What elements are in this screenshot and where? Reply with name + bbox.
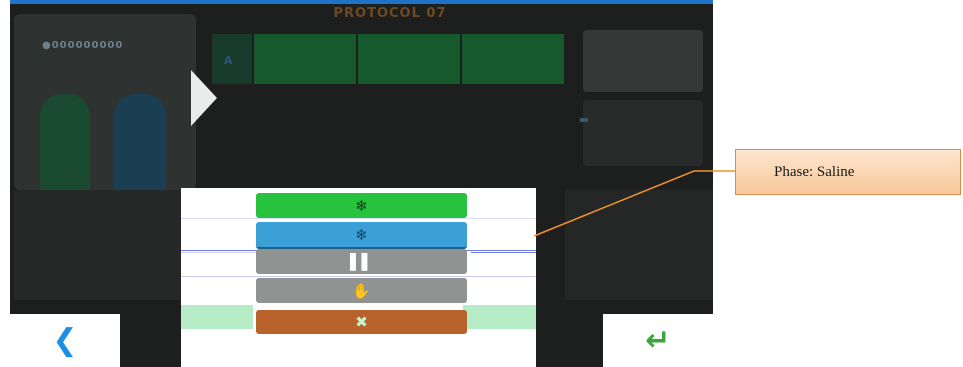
callout-label: Phase: Saline xyxy=(774,164,855,180)
callout-pointer xyxy=(533,170,735,237)
annotation-callout: Phase: Saline xyxy=(735,149,961,195)
